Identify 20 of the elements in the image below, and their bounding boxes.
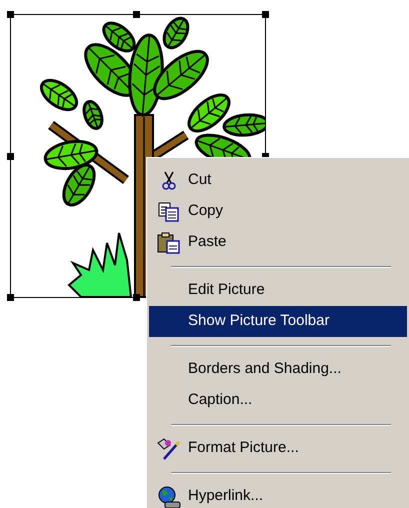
- resize-handle[interactable]: [133, 294, 140, 301]
- menu-item[interactable]: Paste: [149, 227, 407, 258]
- globe-icon: [156, 484, 180, 508]
- menu-item[interactable]: Copy: [149, 196, 407, 227]
- resize-handle[interactable]: [133, 11, 140, 18]
- menu-item[interactable]: Edit Picture: [149, 275, 407, 306]
- resize-handle[interactable]: [262, 11, 269, 18]
- menu-item[interactable]: Cut: [149, 165, 407, 196]
- resize-handle[interactable]: [7, 11, 14, 18]
- resize-handle[interactable]: [7, 294, 14, 301]
- menu-item[interactable]: Show Picture Toolbar: [149, 306, 407, 337]
- menu-item[interactable]: Borders and Shading...: [149, 354, 407, 385]
- paint-brush-icon: [156, 436, 182, 460]
- resize-handle[interactable]: [7, 153, 14, 160]
- clipboard-icon: [156, 232, 180, 254]
- scissors-icon: [162, 170, 176, 190]
- menu-item[interactable]: Hyperlink...: [149, 481, 407, 508]
- copy-icon: [158, 202, 180, 222]
- menu-item[interactable]: Caption...: [149, 385, 407, 416]
- menu-item[interactable]: Format Picture...: [149, 433, 407, 464]
